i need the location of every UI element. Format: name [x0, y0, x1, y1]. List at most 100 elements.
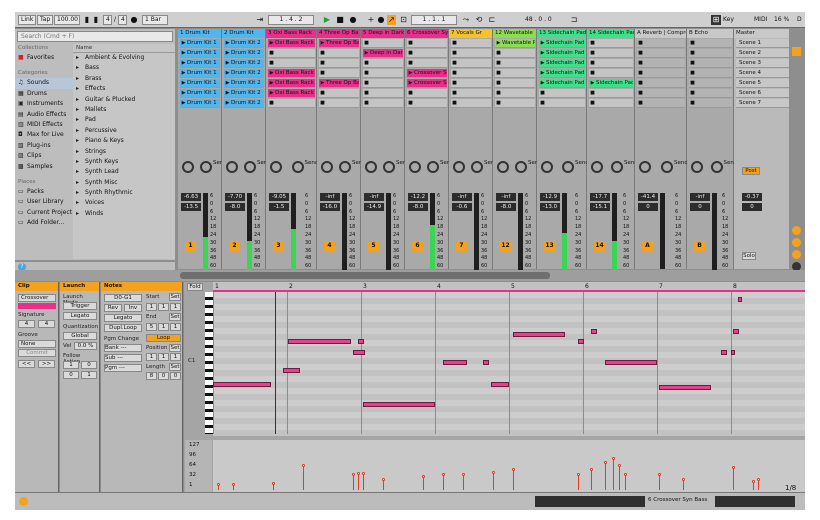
- place-item-current-project[interactable]: ▭ Current Project: [15, 208, 73, 218]
- volume-field[interactable]: -inf: [496, 193, 516, 201]
- launch-velocity-field[interactable]: 0.0 %: [74, 342, 97, 350]
- clip-slot[interactable]: ■: [689, 39, 732, 48]
- midi-note[interactable]: [288, 339, 351, 344]
- clip-slot[interactable]: ▶ Crossover Sy: [407, 69, 447, 78]
- launch-quantization-select[interactable]: Global: [63, 332, 97, 340]
- track-title[interactable]: A Reverb | Compre: [635, 29, 686, 38]
- clip-slot[interactable]: ■: [407, 89, 447, 98]
- position-beat[interactable]: 1: [158, 353, 169, 361]
- overdub-icon[interactable]: +: [367, 15, 375, 25]
- clip-slot[interactable]: ■: [637, 79, 685, 88]
- track-title[interactable]: 5 Deep in Dark: [361, 29, 404, 38]
- slot-stop-icon[interactable]: ■: [268, 99, 275, 107]
- clip-slot[interactable]: ■: [363, 89, 403, 98]
- clip-sig-numerator[interactable]: 4: [18, 320, 35, 328]
- slot-stop-icon[interactable]: ■: [637, 99, 644, 107]
- slot-stop-icon[interactable]: ■: [319, 89, 326, 97]
- velocity-handle[interactable]: [302, 463, 305, 467]
- place-item-add-folder-[interactable]: ▭ Add Folder...: [15, 218, 73, 228]
- invert-button[interactable]: Inv: [124, 304, 142, 312]
- pan-field[interactable]: -1.5: [269, 203, 289, 211]
- clip-slot[interactable]: ▶ Drum Kit 2: [224, 39, 264, 48]
- follow-chance-b[interactable]: 1: [81, 371, 97, 379]
- clip-slot[interactable]: ■: [495, 89, 535, 98]
- clip-play-icon[interactable]: ▶: [224, 39, 231, 47]
- clip-slot[interactable]: ▶ Oxi Bass Rack: [268, 69, 315, 78]
- midi-note[interactable]: [213, 382, 271, 387]
- metronome-icon[interactable]: ▮: [93, 15, 99, 25]
- slot-stop-icon[interactable]: ■: [589, 49, 596, 57]
- slot-stop-icon[interactable]: ■: [637, 59, 644, 67]
- clip-play-icon[interactable]: ▶: [180, 39, 187, 47]
- volume-field[interactable]: -6.63: [181, 193, 201, 201]
- midi-note[interactable]: [358, 339, 364, 344]
- clip-slot[interactable]: ■: [539, 99, 585, 108]
- sidebar-item-midi-effects[interactable]: ▥ MIDI Effects: [15, 120, 73, 130]
- clip-slot[interactable]: ▶ Oxi Bass Rack: [268, 79, 315, 88]
- automation-arm-icon[interactable]: ●: [377, 15, 385, 25]
- velocity-stem[interactable]: [463, 473, 464, 490]
- list-item[interactable]: ▸ Mallets: [73, 105, 175, 115]
- clip-slot[interactable]: ■: [495, 99, 535, 108]
- end-bar[interactable]: 5: [146, 323, 157, 331]
- length-set-button[interactable]: Set: [169, 363, 181, 371]
- note-range-field[interactable]: D0-G1: [104, 294, 142, 302]
- volume-field[interactable]: -inf: [320, 193, 340, 201]
- clip-slot[interactable]: ■: [363, 79, 403, 88]
- returns-toggle-icon[interactable]: [792, 238, 801, 247]
- midi-note[interactable]: [733, 329, 739, 334]
- status-left-icon[interactable]: [19, 497, 28, 506]
- clip-slot[interactable]: ■: [451, 99, 491, 108]
- velocity-stem[interactable]: [659, 473, 660, 490]
- slot-stop-icon[interactable]: ■: [363, 79, 370, 87]
- slot-stop-icon[interactable]: ■: [268, 49, 275, 57]
- velocity-handle[interactable]: [492, 470, 495, 474]
- send-a-knob[interactable]: [639, 161, 651, 173]
- clip-play-icon[interactable]: ▶: [539, 79, 546, 87]
- sidebar-item-instruments[interactable]: ▣ Instruments: [15, 99, 73, 109]
- slot-stop-icon[interactable]: ■: [319, 69, 326, 77]
- sends-toggle-icon[interactable]: [792, 226, 801, 235]
- send-a-knob[interactable]: [541, 161, 553, 173]
- volume-field[interactable]: -inf: [364, 193, 384, 201]
- clip-play-icon[interactable]: ▶: [180, 99, 187, 107]
- clip-play-icon[interactable]: ▶: [539, 49, 546, 57]
- duplicate-loop-button[interactable]: Dupl.Loop: [104, 324, 142, 332]
- slot-stop-icon[interactable]: ■: [407, 99, 414, 107]
- clip-play-icon[interactable]: ▶: [495, 39, 502, 47]
- velocity-handle[interactable]: [442, 472, 445, 476]
- volume-field[interactable]: -41.4: [638, 193, 658, 201]
- clip-slot[interactable]: ■: [589, 69, 633, 78]
- clip-slot[interactable]: ▶ Oxi Bass Rack: [268, 89, 315, 98]
- list-item[interactable]: ▸ Synth Rhythmic: [73, 188, 175, 198]
- clip-slot[interactable]: ▶ Drum Kit 2: [224, 99, 264, 108]
- solo-button[interactable]: Solo: [742, 252, 756, 260]
- volume-field[interactable]: -inf: [690, 193, 710, 201]
- clip-slot[interactable]: ■: [451, 39, 491, 48]
- program-field[interactable]: Pgm ---: [104, 364, 142, 372]
- reenable-automation-icon[interactable]: ↗: [387, 15, 396, 25]
- clip-slot[interactable]: ▶ Drum Kit 2: [224, 69, 264, 78]
- slot-stop-icon[interactable]: ■: [637, 39, 644, 47]
- clip-slot[interactable]: ■: [363, 99, 403, 108]
- link-button[interactable]: Link: [18, 15, 37, 25]
- note-grid[interactable]: [213, 292, 805, 436]
- clip-play-icon[interactable]: ▶: [319, 39, 326, 47]
- stop-icon[interactable]: ■: [335, 15, 345, 25]
- velocity-handle[interactable]: [757, 477, 760, 481]
- scroll-thumb[interactable]: [180, 272, 550, 279]
- clip-slot[interactable]: ■: [451, 89, 491, 98]
- session-scrollbar[interactable]: [15, 270, 805, 281]
- clip-slot[interactable]: ▶ Wavetable P: [495, 39, 535, 48]
- slot-stop-icon[interactable]: ■: [363, 59, 370, 67]
- overview-thumbnail[interactable]: [535, 496, 645, 507]
- velocity-handle[interactable]: [382, 477, 385, 481]
- slot-stop-icon[interactable]: ■: [689, 89, 696, 97]
- midi-note[interactable]: [721, 350, 727, 355]
- pan-field[interactable]: -16.0: [320, 203, 340, 211]
- midi-note[interactable]: [483, 360, 489, 365]
- clip-slot[interactable]: ▶ Three Op Ba: [319, 39, 359, 48]
- slot-stop-icon[interactable]: ■: [451, 69, 458, 77]
- list-item[interactable]: ▸ Brass: [73, 74, 175, 84]
- slot-stop-icon[interactable]: ■: [407, 89, 414, 97]
